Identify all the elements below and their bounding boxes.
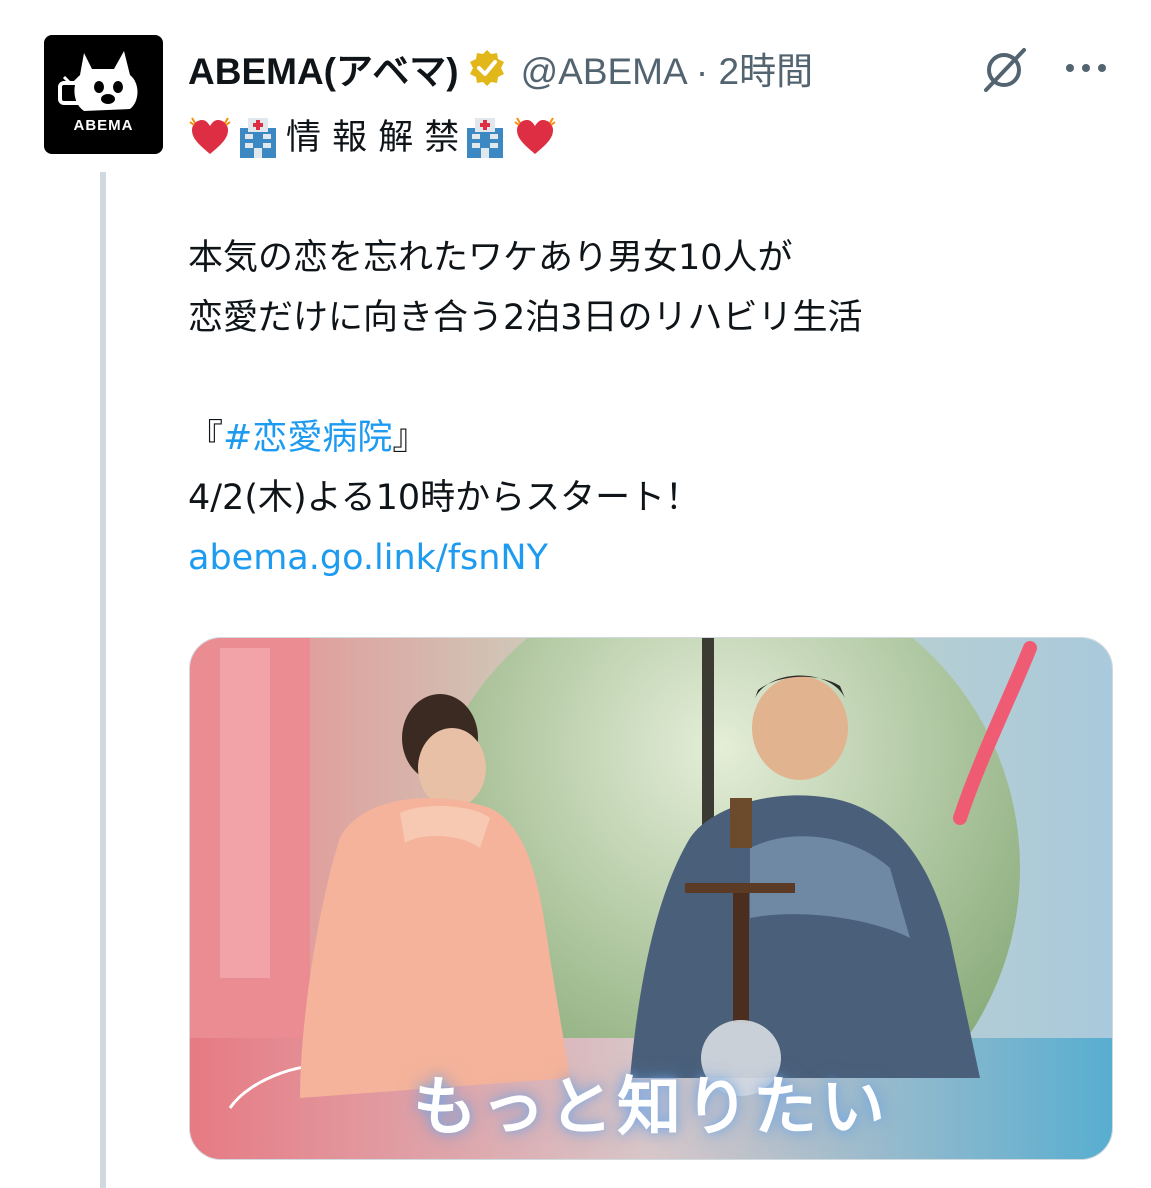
emoji-heading-line: 情 報 解 禁 bbox=[188, 108, 1088, 168]
account-handle-time[interactable]: @ABEMA · 2時間 bbox=[521, 41, 814, 95]
beating-heart-icon bbox=[189, 117, 231, 154]
bracket-close: 』 bbox=[392, 418, 428, 458]
account-name[interactable]: ABEMA(アベマ) bbox=[188, 41, 459, 95]
thread-line bbox=[100, 172, 106, 1188]
verified-badge-icon bbox=[469, 50, 504, 86]
tweet-line-2: 恋愛だけに向き合う2泊3日のリハビリ生活 bbox=[188, 298, 863, 338]
avatar-label: ABEMA bbox=[73, 117, 134, 134]
tweet-header: ABEMA(アベマ) @ABEMA · 2時間 bbox=[188, 38, 948, 98]
abema-logo-icon bbox=[58, 51, 138, 111]
media-caption: もっと知りたい bbox=[413, 1071, 889, 1145]
tweet-date-line: 4/2(木)よる10時からスタート！ bbox=[188, 478, 701, 518]
profile-avatar[interactable]: ABEMA bbox=[44, 35, 163, 154]
tweet-url-link[interactable]: abema.go.link/fsnNY bbox=[188, 528, 1088, 588]
beating-heart-icon bbox=[514, 117, 556, 154]
tweet-title-line: 『#恋愛病院』 bbox=[188, 408, 1088, 468]
hospital-icon bbox=[467, 118, 504, 158]
heading-text: 情 報 解 禁 bbox=[286, 118, 460, 158]
grok-icon[interactable] bbox=[978, 44, 1030, 96]
hashtag-link[interactable]: #恋愛病院 bbox=[223, 418, 392, 458]
media-image[interactable]: もっと知りたい bbox=[189, 637, 1113, 1160]
bracket-open: 『 bbox=[188, 418, 224, 458]
hospital-icon bbox=[240, 118, 276, 158]
tweet-line-1: 本気の恋を忘れたワケあり男女10人が bbox=[188, 238, 793, 278]
tweet-body: 情 報 解 禁 本気の恋を忘れたワケあり男女10人が 恋愛だけに向き合う2泊3日… bbox=[188, 108, 1088, 588]
more-icon[interactable] bbox=[1062, 56, 1110, 80]
